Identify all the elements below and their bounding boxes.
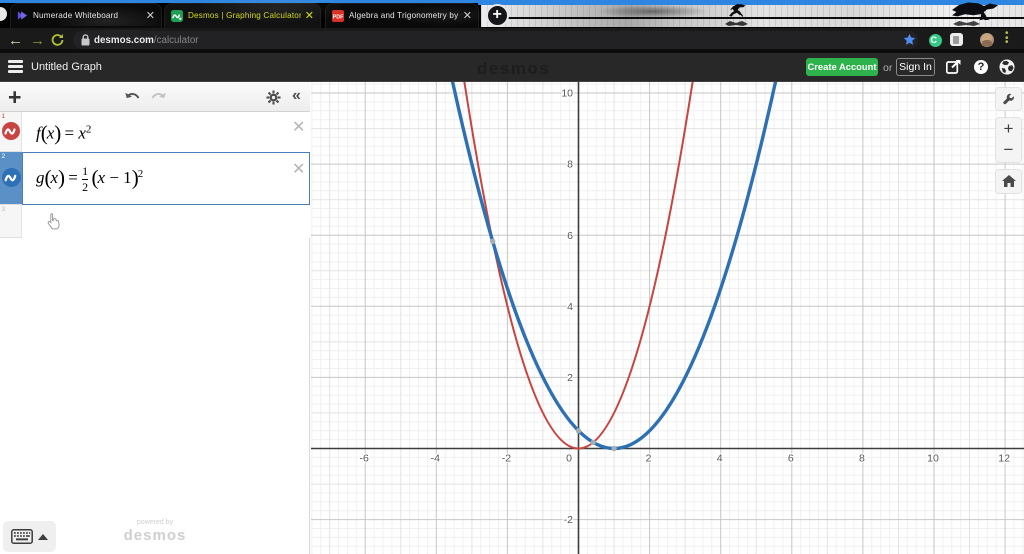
svg-text:8: 8 [567,159,573,171]
svg-text:6: 6 [788,453,794,465]
svg-text:10: 10 [927,453,939,465]
svg-text:2: 2 [646,453,652,465]
svg-text:4: 4 [567,301,573,313]
svg-text:-2: -2 [502,453,511,465]
svg-text:6: 6 [567,230,573,242]
svg-text:-4: -4 [431,453,440,465]
svg-text:10: 10 [561,88,573,100]
svg-text:-6: -6 [360,453,369,465]
svg-text:8: 8 [859,453,865,465]
svg-text:-2: -2 [564,514,573,526]
svg-text:0: 0 [566,453,572,465]
svg-text:12: 12 [998,453,1010,465]
svg-text:2: 2 [567,372,573,384]
svg-text:4: 4 [717,453,723,465]
